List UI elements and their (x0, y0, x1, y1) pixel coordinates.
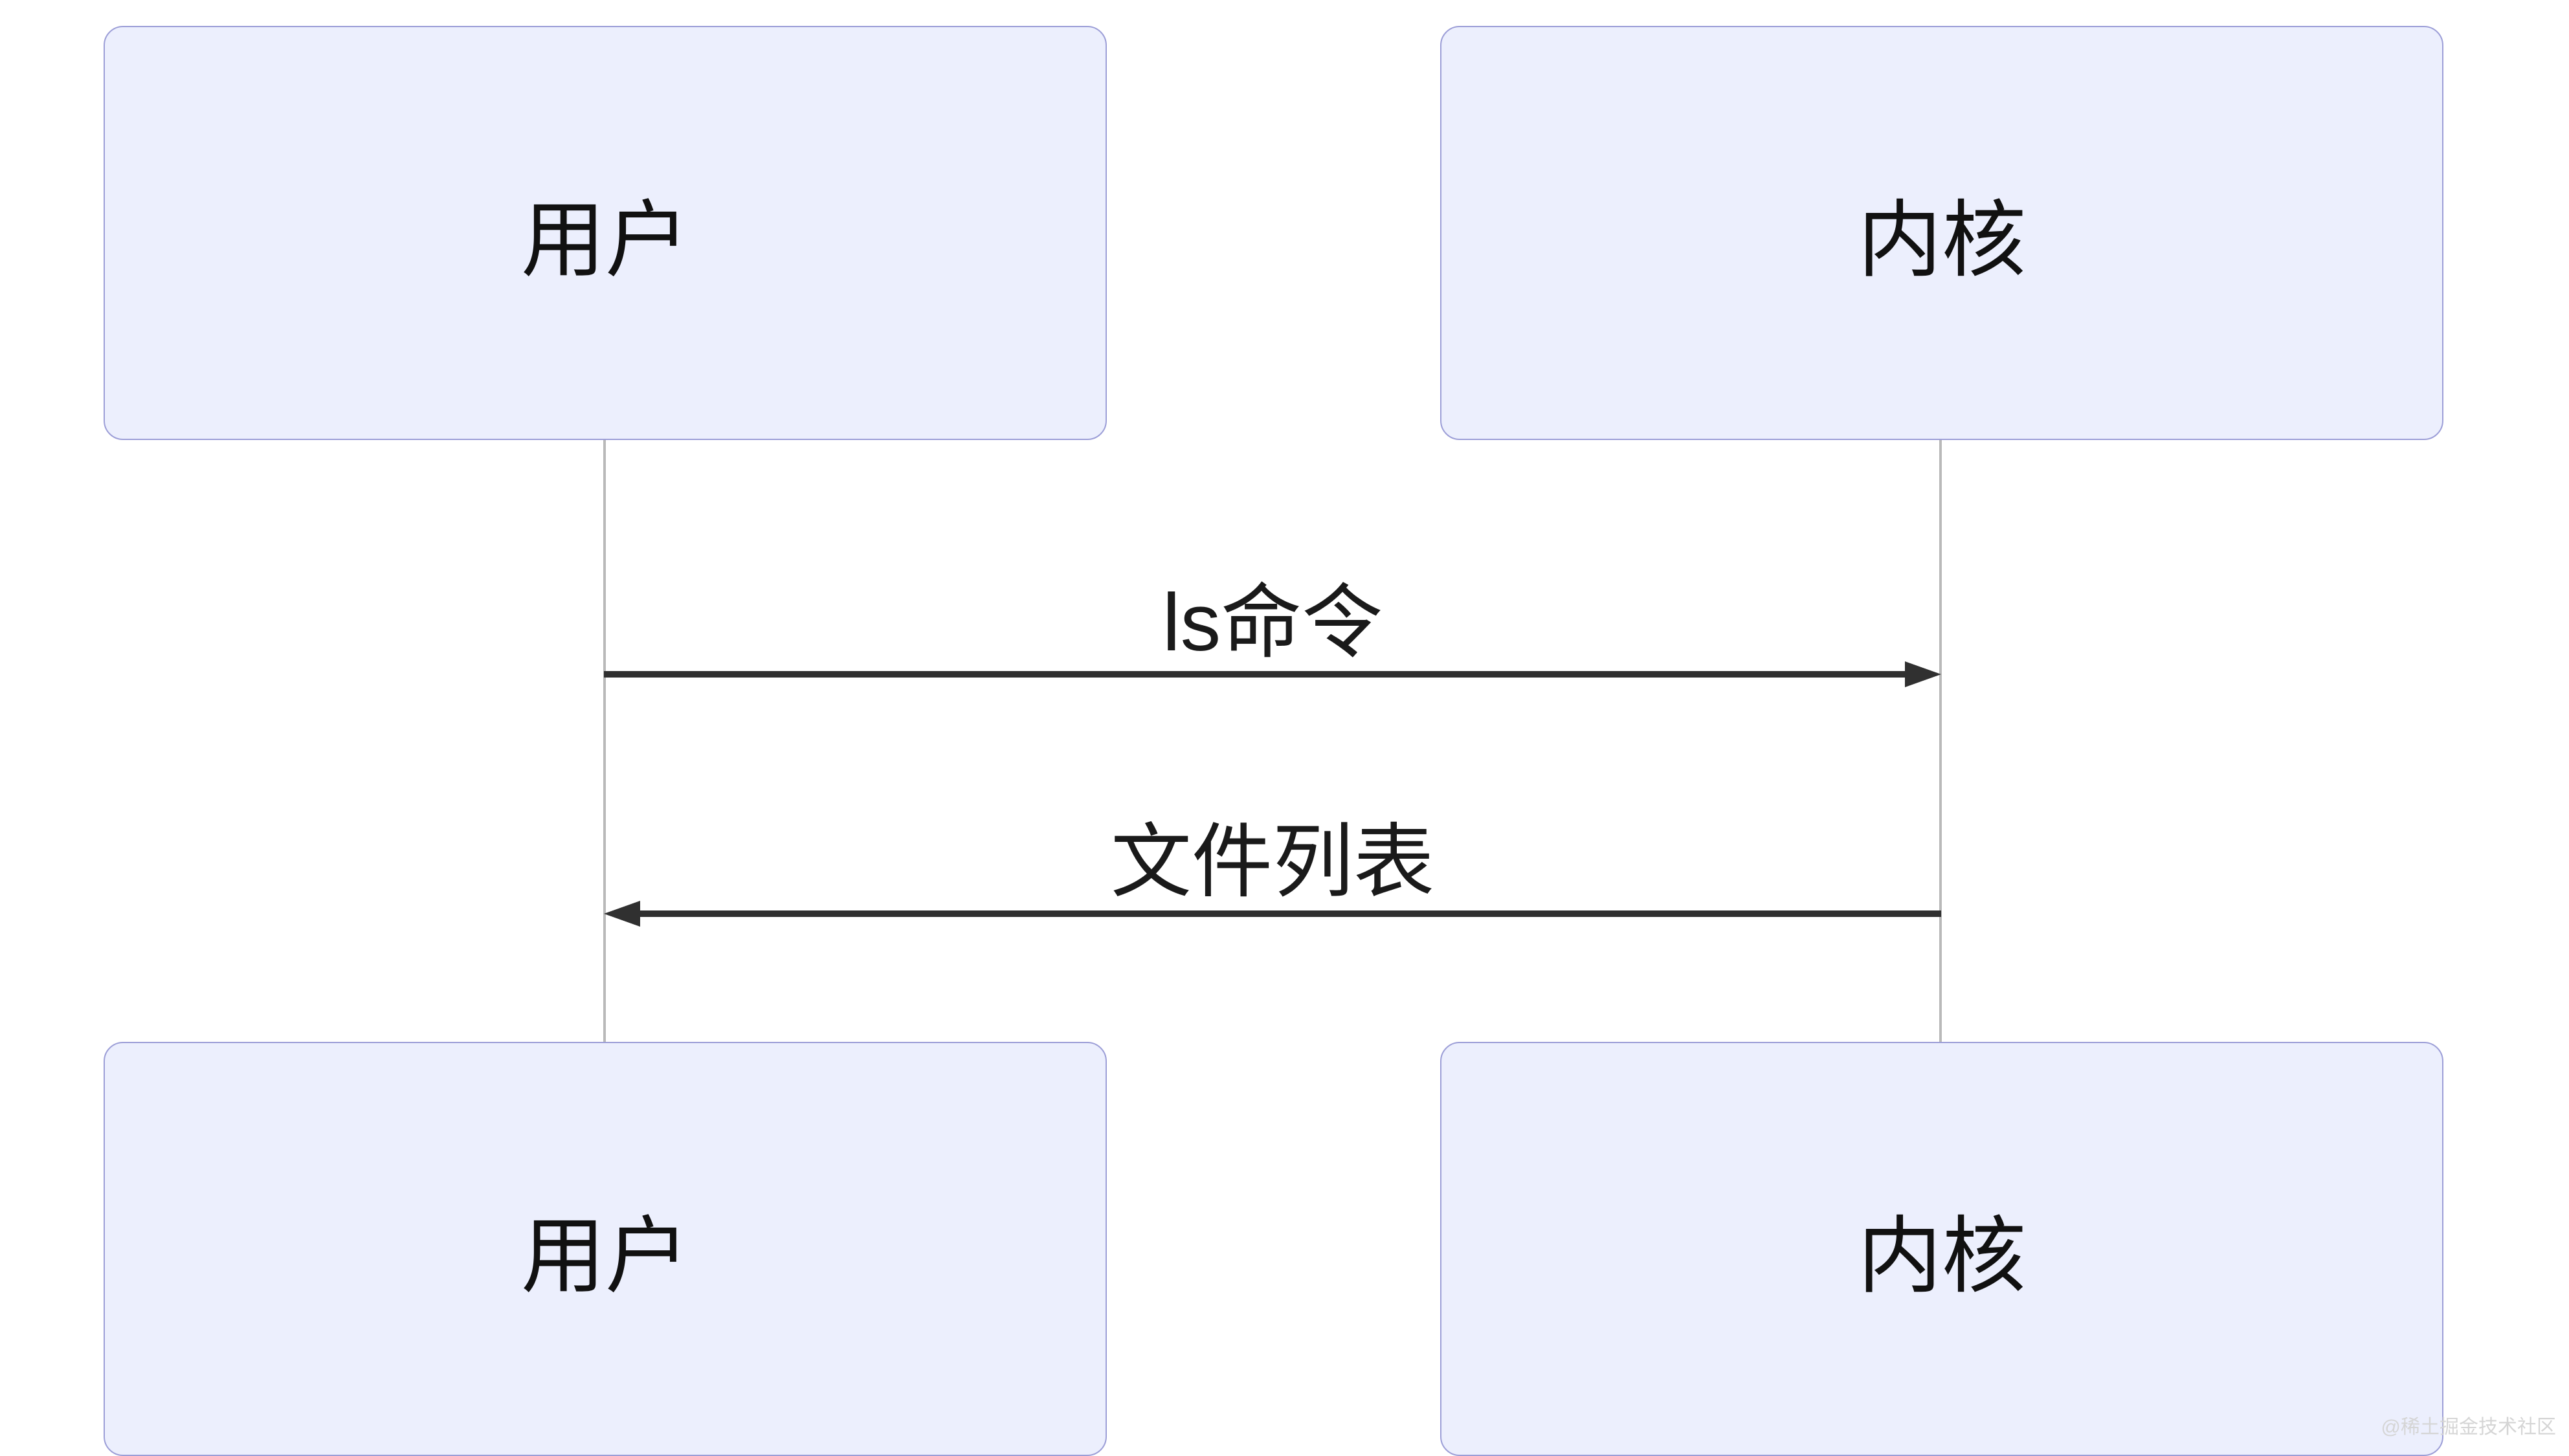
node-kernel-top-label: 内核 (1858, 172, 2026, 294)
node-user-bottom-label: 用户 (521, 1188, 689, 1310)
sequence-diagram: 用户 内核 用户 内核 ls命令 文件列表 @稀土掘金技术社区 (0, 0, 2569, 1446)
msg1-label: ls命令 (1162, 557, 1383, 674)
node-kernel-bottom-label: 内核 (1858, 1188, 2026, 1310)
lifeline-user (603, 440, 606, 1042)
node-kernel-bottom: 内核 (1440, 1042, 2443, 1456)
msg2-label: 文件列表 (1111, 796, 1434, 913)
watermark: @稀土掘金技术社区 (2381, 1411, 2556, 1439)
node-user-top: 用户 (104, 26, 1107, 440)
node-kernel-top: 内核 (1440, 26, 2443, 440)
node-user-top-label: 用户 (521, 172, 689, 294)
node-user-bottom: 用户 (104, 1042, 1107, 1456)
lifeline-kernel (1939, 440, 1942, 1042)
